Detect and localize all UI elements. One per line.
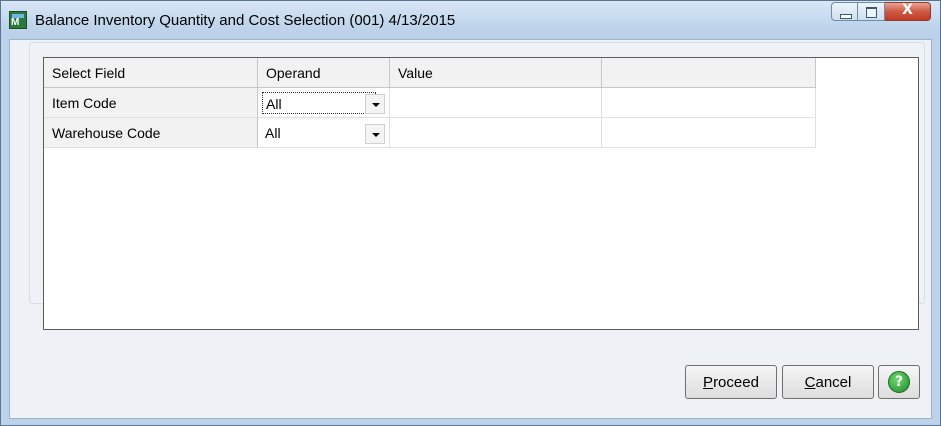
dialog-window: M Balance Inventory Quantity and Cost Se…	[0, 0, 941, 426]
maximize-button[interactable]	[858, 2, 885, 21]
chevron-down-icon[interactable]	[365, 94, 385, 114]
cancel-button[interactable]: Cancel	[782, 365, 874, 399]
column-header-select-field[interactable]: Select Field	[44, 58, 258, 88]
app-icon: M	[9, 11, 27, 29]
operand-combobox[interactable]: All	[258, 118, 390, 148]
proceed-label: roceed	[713, 374, 759, 391]
select-field-cell[interactable]: Warehouse Code	[44, 118, 258, 148]
value-cell[interactable]	[390, 88, 602, 118]
help-button[interactable]: ?	[878, 365, 920, 399]
minimize-icon	[840, 14, 852, 19]
window-title: Balance Inventory Quantity and Cost Sele…	[35, 12, 456, 29]
extra-cell[interactable]	[602, 118, 816, 148]
close-button[interactable]: X	[885, 2, 931, 21]
value-cell[interactable]	[390, 118, 602, 148]
proceed-accelerator: P	[703, 374, 714, 391]
caption-buttons: X	[831, 2, 931, 22]
select-field-cell[interactable]: Item Code	[44, 88, 258, 118]
proceed-button[interactable]: Proceed	[685, 365, 777, 399]
help-icon: ?	[888, 371, 910, 393]
extra-cell[interactable]	[602, 88, 816, 118]
chevron-down-icon[interactable]	[365, 124, 385, 144]
title-bar[interactable]: M Balance Inventory Quantity and Cost Se…	[1, 1, 940, 39]
maximize-icon	[866, 7, 877, 18]
column-header-value[interactable]: Value	[390, 58, 602, 88]
operand-value[interactable]: All	[262, 92, 376, 114]
selection-grid[interactable]: Select Field Operand Value Item Code All…	[43, 57, 919, 330]
operand-combobox[interactable]: All	[258, 88, 390, 118]
operand-value[interactable]: All	[262, 122, 376, 144]
column-header-extra[interactable]	[602, 58, 816, 88]
app-icon-letter: M	[11, 17, 20, 28]
cancel-label: ancel	[815, 374, 852, 391]
close-icon: X	[902, 2, 913, 18]
minimize-button[interactable]	[831, 2, 858, 21]
cancel-accelerator: C	[804, 374, 816, 391]
column-header-operand[interactable]: Operand	[258, 58, 390, 88]
